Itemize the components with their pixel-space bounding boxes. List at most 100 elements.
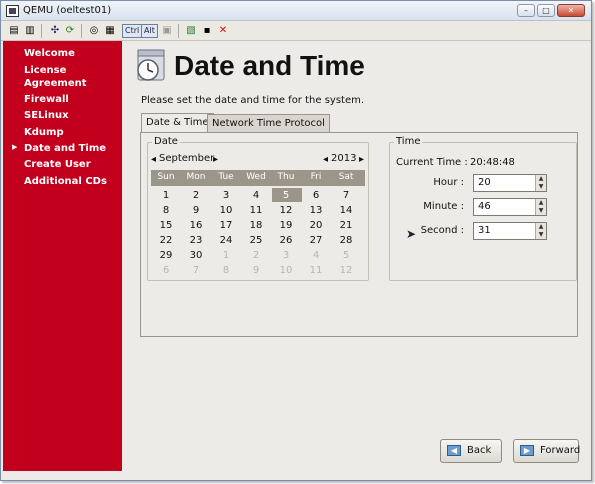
current-time-label: Current Time :: [396, 157, 468, 168]
calendar-day[interactable]: 13: [301, 205, 331, 216]
second-value: 31: [478, 225, 491, 236]
hour-spinbox[interactable]: 20 ▲ ▼: [473, 174, 547, 192]
calendar-day[interactable]: 29: [151, 250, 181, 261]
hour-spin-arrows-icon[interactable]: ▲ ▼: [535, 175, 546, 191]
title-bar: QEMU (oeltest01) – □ ✕: [1, 1, 591, 21]
close-window-button[interactable]: ✕: [557, 4, 585, 17]
back-button-label: Back: [467, 445, 492, 456]
calendar-day[interactable]: 15: [151, 220, 181, 231]
prev-month-icon[interactable]: ◂: [151, 154, 156, 165]
calendar-day[interactable]: 27: [301, 235, 331, 246]
fullscreen-icon[interactable]: ✣: [48, 24, 62, 38]
calendar-day[interactable]: 4: [301, 250, 331, 261]
calendar-day[interactable]: 21: [331, 220, 361, 231]
calendar-day[interactable]: 5: [331, 250, 361, 261]
calendar-day[interactable]: 18: [241, 220, 271, 231]
calendar-day[interactable]: 7: [181, 265, 211, 276]
guest-screen: Welcome License Agreement Firewall SELin…: [3, 41, 589, 478]
calendar-day[interactable]: 22: [151, 235, 181, 246]
quit-icon[interactable]: ✕: [216, 24, 230, 38]
calendar-day[interactable]: 23: [181, 235, 211, 246]
calendar-day[interactable]: 2: [181, 190, 211, 201]
forward-button-label: Forward: [540, 445, 581, 456]
calendar-day[interactable]: 10: [271, 265, 301, 276]
forward-button[interactable]: ▶ Forward: [513, 439, 581, 463]
calendar-day[interactable]: 19: [271, 220, 301, 231]
second-spin-arrows-icon[interactable]: ▲ ▼: [535, 223, 546, 239]
year-label: 2013: [331, 153, 357, 164]
back-button[interactable]: ◀ Back: [440, 439, 502, 463]
calendar-day[interactable]: 25: [241, 235, 271, 246]
calendar-day[interactable]: 11: [301, 265, 331, 276]
calendar-day[interactable]: 4: [241, 190, 271, 201]
sidebar-item-additional-cds: Additional CDs: [24, 176, 107, 187]
current-step-arrow-icon: ▶: [12, 143, 18, 151]
maximize-button[interactable]: □: [537, 4, 555, 17]
minute-spin-arrows-icon[interactable]: ▲ ▼: [535, 199, 546, 215]
sidebar-item-welcome: Welcome: [24, 48, 75, 59]
calendar-day[interactable]: 6: [151, 265, 181, 276]
calendar-day[interactable]: 9: [181, 205, 211, 216]
calendar-day[interactable]: 28: [331, 235, 361, 246]
qemu-toolbar: ▤ ▥ ✣ ⟳ ◎ ▦ Ctrl Alt ▣ ▧ ▪ ✕: [1, 21, 591, 41]
save-state-icon[interactable]: ▤: [7, 24, 21, 38]
keyboard-icon[interactable]: ▦: [103, 24, 117, 38]
page-title: Date and Time: [174, 50, 365, 81]
calendar-day[interactable]: 2: [241, 250, 271, 261]
calendar-day[interactable]: 3: [211, 190, 241, 201]
mouse-pointer-icon: ➤: [406, 227, 417, 241]
weekday-label: Tue: [218, 172, 234, 182]
back-arrow-icon: ◀: [447, 445, 461, 456]
tab-date-and-time[interactable]: Date & Time: [141, 113, 214, 133]
calendar-day[interactable]: 8: [211, 265, 241, 276]
alt-key-button[interactable]: Alt: [141, 24, 158, 38]
calendar-day-selected[interactable]: 5: [271, 190, 301, 201]
calendar-day[interactable]: 14: [331, 205, 361, 216]
calendar-day[interactable]: 17: [211, 220, 241, 231]
calendar-day[interactable]: 7: [331, 190, 361, 201]
floppy-save-icon[interactable]: ▪: [200, 24, 214, 38]
setup-sidebar: Welcome License Agreement Firewall SELin…: [3, 41, 122, 471]
calendar-day[interactable]: 16: [181, 220, 211, 231]
calendar-day[interactable]: 20: [301, 220, 331, 231]
capture-icon[interactable]: ▧: [184, 24, 198, 38]
calendar-day[interactable]: 26: [271, 235, 301, 246]
calendar-day[interactable]: 9: [241, 265, 271, 276]
forward-arrow-icon: ▶: [520, 445, 534, 456]
minute-spinbox[interactable]: 46 ▲ ▼: [473, 198, 547, 216]
hour-value: 20: [478, 177, 491, 188]
weekday-label: Sun: [157, 172, 175, 182]
minute-label: Minute :: [423, 201, 464, 212]
load-state-icon[interactable]: ▥: [23, 24, 37, 38]
calendar-day[interactable]: 8: [151, 205, 181, 216]
copy-icon[interactable]: ▣: [160, 24, 174, 38]
calendar-day[interactable]: 11: [241, 205, 271, 216]
next-year-icon[interactable]: ▸: [359, 154, 364, 165]
sidebar-item-firewall: Firewall: [24, 94, 69, 105]
weekday-label: Sat: [338, 172, 354, 182]
calendar-weekday-header: Sun Mon Tue Wed Thu Fri Sat: [151, 170, 365, 186]
sidebar-item-date-and-time: Date and Time: [24, 143, 107, 154]
next-month-icon[interactable]: ▸: [213, 154, 218, 165]
calendar-day[interactable]: 3: [271, 250, 301, 261]
window-title: QEMU (oeltest01): [23, 5, 112, 16]
reset-icon[interactable]: ⟳: [63, 24, 77, 38]
calendar-day[interactable]: 24: [211, 235, 241, 246]
ctrl-key-button[interactable]: Ctrl: [122, 24, 143, 38]
weekday-label: Mon: [186, 172, 206, 182]
calendar-day[interactable]: 6: [301, 190, 331, 201]
calendar-day[interactable]: 12: [331, 265, 361, 276]
second-label: Second :: [420, 225, 464, 236]
view-icon[interactable]: ◎: [87, 24, 101, 38]
calendar-day[interactable]: 1: [151, 190, 181, 201]
month-label: September: [159, 153, 215, 164]
second-spinbox[interactable]: 31 ▲ ▼: [473, 222, 547, 240]
calendar-day[interactable]: 30: [181, 250, 211, 261]
calendar-day[interactable]: 1: [211, 250, 241, 261]
tab-network-time-protocol[interactable]: Network Time Protocol: [207, 114, 330, 133]
prev-year-icon[interactable]: ◂: [323, 154, 328, 165]
instruction-text: Please set the date and time for the sys…: [141, 95, 365, 106]
calendar-day[interactable]: 12: [271, 205, 301, 216]
calendar-day[interactable]: 10: [211, 205, 241, 216]
minimize-button[interactable]: –: [517, 4, 535, 17]
